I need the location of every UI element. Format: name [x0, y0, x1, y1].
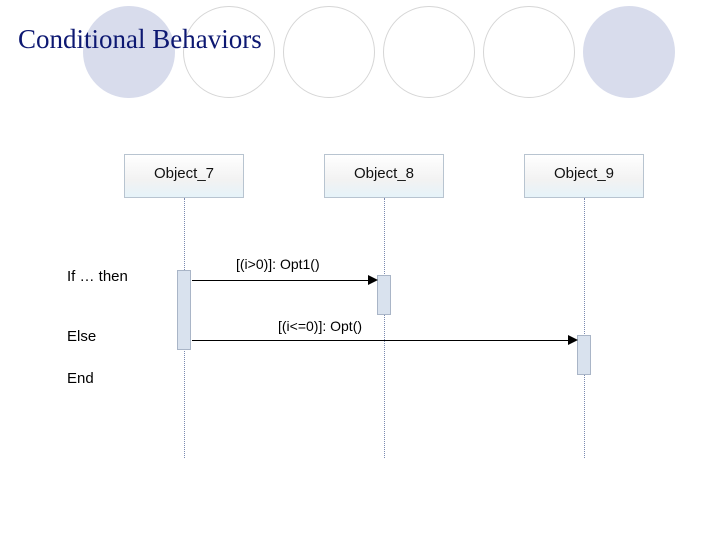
activation-object-9 — [577, 335, 591, 375]
bg-circle-4 — [383, 6, 475, 98]
message-2-line — [192, 340, 570, 341]
message-2-label: [(i<=0)]: Opt() — [278, 318, 362, 334]
lifeline-object-8 — [384, 198, 385, 458]
bg-circle-6 — [583, 6, 675, 98]
label-end: End — [67, 370, 94, 387]
activation-object-7 — [177, 270, 191, 350]
object-9-header: Object_9 — [524, 154, 644, 198]
message-1-label: [(i>0)]: Opt1() — [236, 256, 320, 272]
object-8-header: Object_8 — [324, 154, 444, 198]
bg-circle-5 — [483, 6, 575, 98]
page-title: Conditional Behaviors — [18, 24, 262, 55]
object-7-header: Object_7 — [124, 154, 244, 198]
bg-circle-3 — [283, 6, 375, 98]
label-else: Else — [67, 328, 96, 345]
label-if-then: If … then — [67, 268, 128, 285]
message-1-line — [192, 280, 370, 281]
lifeline-object-9 — [584, 198, 585, 458]
message-2-arrow-icon — [568, 335, 578, 345]
activation-object-8 — [377, 275, 391, 315]
message-1-arrow-icon — [368, 275, 378, 285]
